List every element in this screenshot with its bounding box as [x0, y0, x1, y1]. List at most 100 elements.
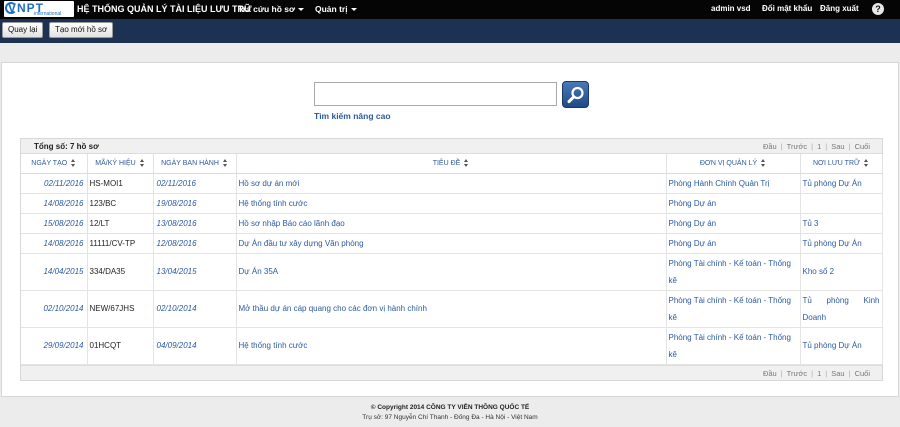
cell-issued: 02/10/2014	[153, 290, 237, 328]
cell-issued: 19/08/2016	[153, 193, 237, 214]
create-record-button[interactable]: Tạo mới hồ sơ	[49, 22, 114, 38]
column-label: Tiêu đề	[432, 160, 461, 168]
cell-code: NEW/67JHS	[87, 290, 154, 328]
cell-title-link[interactable]: Dự Án 35A	[236, 253, 667, 291]
cell-title-link[interactable]: Hồ sơ dự án mới	[236, 173, 667, 194]
column-label: Nơi lưu trữ	[812, 160, 860, 168]
cell-title-link[interactable]: Dự Án đầu tư xây dựng Văn phòng	[236, 233, 667, 254]
pager-top: Đầu | Trước | 1 | Sau | Cuối	[762, 142, 870, 151]
cell-issued: 13/04/2015	[153, 253, 237, 291]
cell-location: Tủ phòng Dự Án	[800, 173, 883, 194]
app-title: HỆ THỐNG QUẢN LÝ TÀI LIỆU LƯU TRỮ	[77, 4, 252, 14]
caret-down-icon	[298, 8, 305, 12]
table-row[interactable]: 02/10/2014 NEW/67JHS 02/10/2014 Mở thầu …	[21, 290, 883, 328]
menu-quan-tri[interactable]: Quản trị	[315, 4, 357, 14]
back-button[interactable]: Quay lại	[2, 22, 44, 38]
pager-prev[interactable]: Trước	[787, 369, 808, 378]
records-table: Ngày tạo Mã/Ký hiệu Ngày ban hành Tiêu đ…	[21, 154, 883, 365]
cell-location: Tủ 3	[800, 213, 883, 234]
cell-code: 123/BC	[87, 193, 154, 214]
cell-location: Tủ phòng Dự Án	[800, 233, 883, 254]
total-count: Tổng số: 7 hồ sơ	[34, 142, 99, 151]
column-header-location[interactable]: Nơi lưu trữ	[800, 154, 883, 174]
change-password-link[interactable]: Đổi mật khẩu	[762, 4, 812, 13]
cell-unit: Phòng Hành Chính Quản Trị	[666, 173, 801, 194]
menu-label: Quản trị	[315, 4, 348, 14]
cell-title-link[interactable]: Hệ thống tính cước	[236, 193, 667, 214]
cell-created: 14/08/2016	[21, 193, 88, 214]
page-footer: © Copyright 2014 CÔNG TY VIỄN THÔNG QUỐC…	[0, 404, 900, 421]
action-toolbar: Quay lại Tạo mới hồ sơ	[0, 19, 900, 43]
column-header-issued[interactable]: Ngày ban hành	[153, 154, 237, 174]
pager-first[interactable]: Đầu	[763, 369, 777, 378]
table-row[interactable]: 29/09/2014 01HCQT 04/09/2014 Hệ thống tí…	[21, 327, 883, 365]
cell-issued: 02/11/2016	[153, 173, 237, 194]
cell-unit: Phòng Tài chính - Kế toán - Thống kê	[666, 290, 801, 328]
user-name-link[interactable]: admin vsd	[711, 4, 751, 13]
column-header-unit[interactable]: Đơn vị quản lý	[666, 154, 801, 174]
magnifier-icon	[567, 86, 584, 104]
pager-prev[interactable]: Trước	[787, 142, 808, 151]
table-row[interactable]: 14/04/2015 334/DA35 13/04/2015 Dự Án 35A…	[21, 253, 883, 291]
cell-location	[800, 193, 883, 214]
cell-unit: Phòng Tài chính - Kế toán - Thống kê	[666, 327, 801, 365]
records-grid: Tổng số: 7 hồ sơ Đầu | Trước | 1 | Sau | Cuối Ng…	[20, 138, 883, 381]
column-label: Ngày tạo	[31, 160, 68, 168]
pager-bottom: Đầu | Trước | 1 | Sau | Cuối	[762, 369, 870, 378]
sort-icon	[463, 159, 469, 168]
table-row[interactable]: 14/08/2016 11111/CV-TP 12/08/2016 Dự Án …	[21, 233, 883, 254]
cell-created: 14/08/2016	[21, 233, 88, 254]
column-header-created[interactable]: Ngày tạo	[21, 154, 88, 174]
column-label: Mã/Ký hiệu	[95, 160, 136, 168]
pager-next[interactable]: Sau	[831, 369, 844, 378]
column-header-title[interactable]: Tiêu đề	[236, 154, 667, 174]
copyright-text: © Copyright 2014 CÔNG TY VIỄN THÔNG QUỐC…	[370, 404, 530, 411]
help-icon[interactable]: ?	[872, 3, 884, 15]
cell-location: Tủ phòng Kinh Doanh	[800, 290, 883, 328]
cell-location: Tủ phòng Dự Án	[800, 327, 883, 365]
cell-code: 01HCQT	[87, 327, 154, 365]
cell-location: Kho số 2	[800, 253, 883, 291]
sort-icon	[139, 159, 145, 168]
table-row[interactable]: 02/11/2016 HS-MOI1 02/11/2016 Hồ sơ dự á…	[21, 173, 883, 194]
cell-code: HS-MOI1	[87, 173, 154, 194]
cell-created: 29/09/2014	[21, 327, 88, 365]
cell-title-link[interactable]: Hệ thống tính cước	[236, 327, 667, 365]
cell-unit: Phòng Dự án	[666, 233, 801, 254]
cell-code: 11111/CV-TP	[87, 233, 154, 254]
menu-label: Tra cứu hồ sơ	[238, 4, 296, 14]
sort-icon	[222, 159, 228, 168]
logout-link[interactable]: Đăng xuất	[820, 4, 859, 13]
main-panel: Tìm kiếm nâng cao Tổng số: 7 hồ sơ Đầu | T…	[1, 62, 899, 397]
cell-created: 02/10/2014	[21, 290, 88, 328]
pager-last[interactable]: Cuối	[855, 369, 870, 378]
table-row[interactable]: 14/08/2016 123/BC 19/08/2016 Hệ thống tí…	[21, 193, 883, 214]
cell-created: 14/04/2015	[21, 253, 88, 291]
column-header-code[interactable]: Mã/Ký hiệu	[87, 154, 154, 174]
cell-title-link[interactable]: Hồ sơ nhập Báo cáo lãnh đạo	[236, 213, 667, 234]
pager-last[interactable]: Cuối	[855, 142, 870, 151]
search-button[interactable]	[562, 81, 589, 108]
table-row[interactable]: 15/08/2016 12/LT 13/08/2016 Hồ sơ nhập B…	[21, 213, 883, 234]
cell-code: 12/LT	[87, 213, 154, 234]
sort-icon	[863, 159, 869, 168]
pager-page[interactable]: 1	[817, 142, 821, 151]
cell-created: 02/11/2016	[21, 173, 88, 194]
pager-first[interactable]: Đầu	[763, 142, 777, 151]
cell-created: 15/08/2016	[21, 213, 88, 234]
menu-tra-cuu-ho-so[interactable]: Tra cứu hồ sơ	[238, 4, 305, 14]
pager-page[interactable]: 1	[817, 369, 821, 378]
vnpt-logo[interactable]: VNPT international	[4, 1, 74, 17]
advanced-search-link[interactable]: Tìm kiếm nâng cao	[314, 111, 391, 121]
column-label: Đơn vị quản lý	[699, 160, 758, 168]
top-navbar: VNPT international HỆ THỐNG QUẢN LÝ TÀI …	[0, 0, 900, 19]
table-header-row: Ngày tạo Mã/Ký hiệu Ngày ban hành Tiêu đ…	[21, 154, 883, 174]
cell-issued: 04/09/2014	[153, 327, 237, 365]
search-input[interactable]	[314, 82, 557, 106]
grid-header-bar: Tổng số: 7 hồ sơ Đầu | Trước | 1 | Sau | Cuối	[21, 139, 882, 154]
logo-subtext: international	[34, 11, 62, 17]
sort-icon	[70, 159, 76, 168]
pager-next[interactable]: Sau	[831, 142, 844, 151]
cell-unit: Phòng Tài chính - Kế toán - Thống kê	[666, 253, 801, 291]
cell-title-link[interactable]: Mở thầu dự án cáp quang cho các đơn vị h…	[236, 290, 667, 328]
